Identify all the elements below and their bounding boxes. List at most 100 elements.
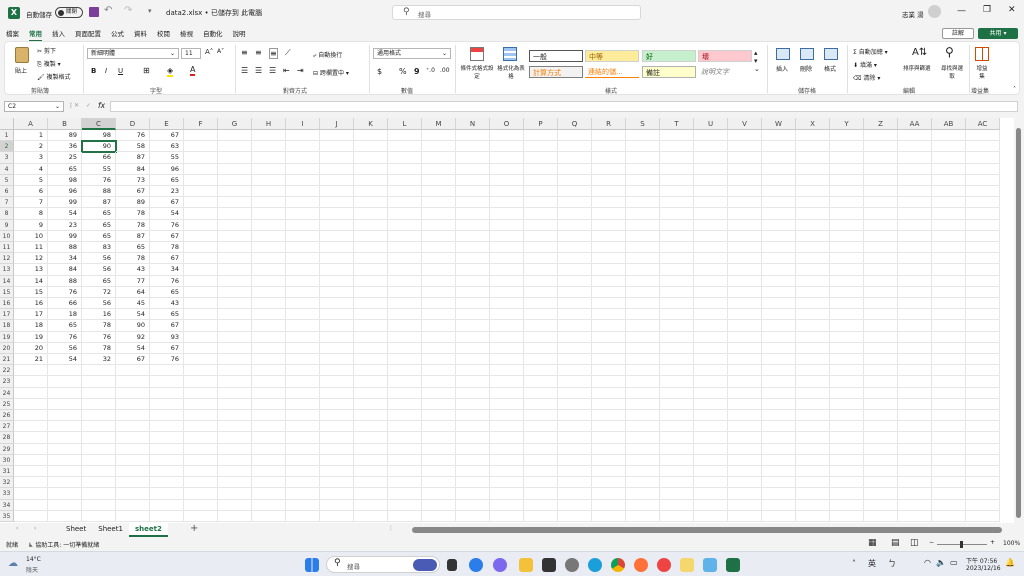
cell[interactable] — [252, 421, 286, 433]
cell[interactable] — [320, 152, 354, 164]
cell[interactable] — [830, 163, 864, 175]
cell[interactable] — [354, 499, 388, 511]
cell[interactable] — [762, 466, 796, 478]
cell[interactable] — [218, 264, 252, 276]
cell[interactable] — [864, 230, 898, 242]
cell[interactable] — [660, 365, 694, 377]
cell[interactable] — [490, 230, 524, 242]
sheet-tab-sheet1[interactable]: Sheet1 — [92, 523, 129, 537]
cell[interactable] — [524, 219, 558, 231]
column-header-Z[interactable]: Z — [864, 118, 898, 130]
cell[interactable] — [388, 208, 422, 220]
cell[interactable] — [116, 499, 150, 511]
cell[interactable] — [524, 286, 558, 298]
cell[interactable]: 34 — [48, 253, 82, 265]
cell[interactable] — [660, 286, 694, 298]
cell[interactable] — [456, 410, 490, 422]
row-header[interactable]: 35 — [0, 510, 14, 522]
merge-center-button[interactable]: ⊟ 跨欄置中 ▾ — [313, 68, 349, 77]
cell[interactable] — [456, 309, 490, 321]
cell[interactable]: 5 — [14, 174, 48, 186]
cell[interactable] — [864, 208, 898, 220]
cell[interactable]: 78 — [82, 342, 116, 354]
cell[interactable] — [184, 264, 218, 276]
cell[interactable] — [524, 376, 558, 388]
file-title[interactable]: data2.xlsx • 已儲存到 此電腦 — [166, 8, 262, 18]
chat-icon[interactable] — [493, 558, 507, 572]
cell[interactable] — [354, 208, 388, 220]
cell[interactable] — [490, 197, 524, 209]
zoom-slider[interactable] — [937, 541, 987, 548]
cell[interactable] — [626, 499, 660, 511]
cell[interactable]: 66 — [82, 152, 116, 164]
cell[interactable] — [626, 174, 660, 186]
cell[interactable]: 65 — [82, 219, 116, 231]
cell[interactable] — [82, 454, 116, 466]
format-table-button[interactable]: 格式化為表格 — [495, 64, 527, 80]
cell[interactable] — [490, 298, 524, 310]
cell[interactable] — [966, 264, 1000, 276]
cell[interactable] — [354, 275, 388, 287]
row-header[interactable]: 17 — [0, 309, 14, 321]
cell[interactable]: 8 — [14, 208, 48, 220]
cell[interactable] — [456, 365, 490, 377]
cell[interactable] — [524, 365, 558, 377]
cell[interactable] — [388, 342, 422, 354]
cell[interactable]: 2 — [14, 141, 48, 153]
autosum-button[interactable]: Σ 自動加總 ▾ — [853, 47, 888, 56]
cell[interactable] — [490, 309, 524, 321]
cell[interactable] — [82, 398, 116, 410]
cell[interactable] — [762, 354, 796, 366]
cell[interactable] — [82, 443, 116, 455]
cell[interactable] — [558, 242, 592, 254]
cell[interactable]: 67 — [116, 186, 150, 198]
cell[interactable]: 98 — [82, 130, 116, 142]
cell[interactable] — [354, 410, 388, 422]
cell[interactable] — [252, 510, 286, 522]
cell[interactable] — [966, 286, 1000, 298]
active-cell[interactable]: 90 — [81, 140, 117, 154]
cell[interactable]: 65 — [82, 230, 116, 242]
tab-0[interactable]: 檔案 — [6, 26, 19, 40]
cell[interactable] — [558, 398, 592, 410]
cell[interactable]: 56 — [82, 253, 116, 265]
cell[interactable] — [490, 398, 524, 410]
cell[interactable] — [524, 275, 558, 287]
page-layout-icon[interactable]: ▤ — [891, 538, 900, 548]
cell[interactable] — [762, 510, 796, 522]
cell[interactable] — [388, 477, 422, 489]
cell[interactable] — [354, 454, 388, 466]
cell[interactable] — [456, 421, 490, 433]
cell[interactable] — [898, 488, 932, 500]
cell[interactable] — [592, 320, 626, 332]
accessibility-status[interactable]: ♿ 協助工具: 一切準備就緒 — [28, 540, 99, 549]
cell[interactable]: 65 — [82, 208, 116, 220]
column-header-U[interactable]: U — [694, 118, 728, 130]
cell[interactable] — [422, 454, 456, 466]
cell[interactable] — [898, 454, 932, 466]
cell[interactable] — [48, 421, 82, 433]
cell[interactable] — [218, 365, 252, 377]
cell[interactable] — [116, 410, 150, 422]
cell[interactable] — [796, 275, 830, 287]
cell[interactable] — [932, 230, 966, 242]
cell[interactable] — [830, 174, 864, 186]
cell[interactable] — [524, 443, 558, 455]
cell[interactable] — [864, 499, 898, 511]
tab-6[interactable]: 校閱 — [157, 26, 170, 40]
cell[interactable] — [286, 275, 320, 287]
row-header[interactable]: 19 — [0, 331, 14, 343]
start-icon[interactable] — [305, 558, 319, 572]
cell[interactable] — [558, 477, 592, 489]
cell[interactable] — [830, 208, 864, 220]
cell[interactable] — [354, 242, 388, 254]
cell[interactable] — [728, 331, 762, 343]
cell[interactable] — [286, 130, 320, 142]
cell[interactable] — [252, 432, 286, 444]
cell[interactable]: 58 — [116, 141, 150, 153]
cell[interactable] — [490, 421, 524, 433]
cell[interactable] — [524, 387, 558, 399]
cell[interactable] — [524, 174, 558, 186]
cell[interactable] — [286, 510, 320, 522]
cell[interactable] — [932, 320, 966, 332]
